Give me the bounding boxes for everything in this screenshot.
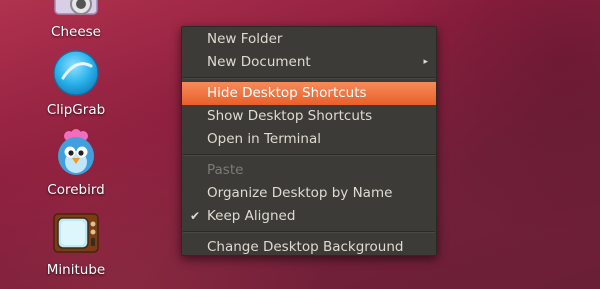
menu-separator <box>183 77 435 79</box>
desktop-icon-minitube[interactable]: Minitube <box>38 208 114 278</box>
menu-item-label: Open in Terminal <box>207 131 321 147</box>
menu-item-new-document[interactable]: New Document ▸ <box>182 51 436 74</box>
menu-item-label: Change Desktop Background <box>207 239 404 255</box>
desktop-icon-cheese[interactable]: Cheese <box>38 0 114 40</box>
desktop-icon-label: ClipGrab <box>46 102 106 118</box>
desktop-icon-corebird[interactable]: Corebird <box>38 128 114 198</box>
desktop-background[interactable]: Cheese ClipGrab Corebird Minitube New Fo… <box>0 0 600 289</box>
corebird-bird-icon <box>51 128 101 178</box>
cheese-webcam-icon <box>51 0 101 20</box>
menu-item-label: New Folder <box>207 31 283 47</box>
menu-item-open-in-terminal[interactable]: Open in Terminal <box>182 128 436 151</box>
desktop-icon-label: Corebird <box>47 182 105 198</box>
check-mark-icon: ✔ <box>190 209 201 223</box>
minitube-tv-icon <box>51 208 101 258</box>
menu-item-label: Hide Desktop Shortcuts <box>207 85 367 101</box>
menu-item-hide-desktop-shortcuts[interactable]: Hide Desktop Shortcuts <box>182 82 436 105</box>
menu-item-change-desktop-background[interactable]: Change Desktop Background <box>182 236 436 259</box>
menu-item-label: Paste <box>207 162 244 178</box>
menu-separator <box>183 231 435 233</box>
menu-item-label: New Document <box>207 54 311 70</box>
menu-item-show-desktop-shortcuts[interactable]: Show Desktop Shortcuts <box>182 105 436 128</box>
menu-item-keep-aligned[interactable]: ✔ Keep Aligned <box>182 205 436 228</box>
menu-item-label: Organize Desktop by Name <box>207 185 393 201</box>
menu-separator <box>183 154 435 156</box>
clipgrab-icon <box>51 48 101 98</box>
menu-item-paste: Paste <box>182 159 436 182</box>
menu-item-organize-desktop-by-name[interactable]: Organize Desktop by Name <box>182 182 436 205</box>
desktop-context-menu: New Folder New Document ▸ Hide Desktop S… <box>181 26 437 256</box>
submenu-arrow-icon: ▸ <box>423 57 428 67</box>
desktop-icon-label: Minitube <box>46 262 106 278</box>
menu-item-label: Show Desktop Shortcuts <box>207 108 373 124</box>
menu-item-new-folder[interactable]: New Folder <box>182 28 436 51</box>
desktop-icon-label: Cheese <box>51 24 101 40</box>
menu-item-label: Keep Aligned <box>207 208 296 224</box>
desktop-icon-clipgrab[interactable]: ClipGrab <box>38 48 114 118</box>
